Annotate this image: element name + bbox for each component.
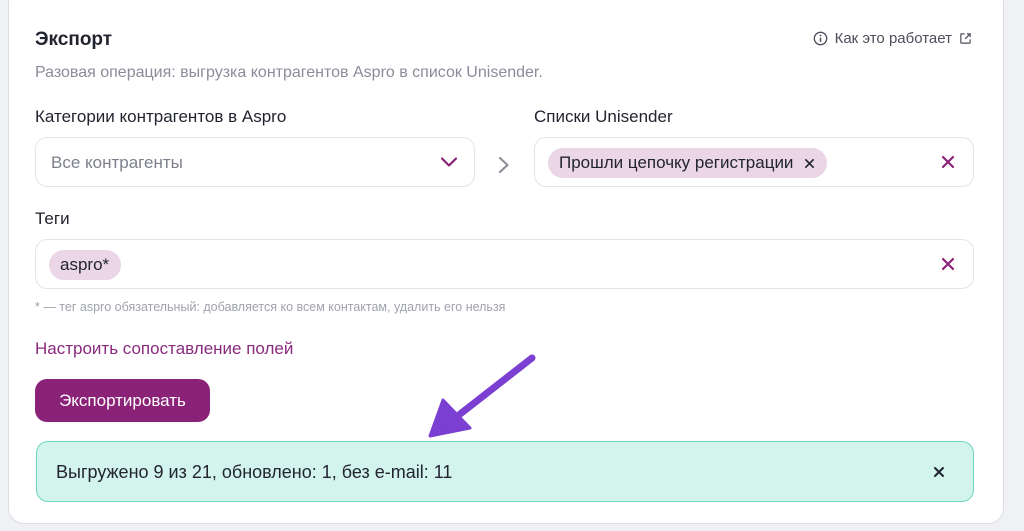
- chevron-right-icon: [498, 156, 509, 174]
- chevron-down-icon: [440, 157, 458, 167]
- result-message: Выгружено 9 из 21, обновлено: 1, без e-m…: [56, 462, 453, 482]
- tag-chip-label: aspro*: [60, 255, 110, 274]
- lists-label: Списки Unisender: [534, 107, 673, 126]
- list-chip: Прошли цепочку регистрации: [548, 148, 828, 178]
- external-link-icon: [960, 33, 971, 44]
- tags-label: Теги: [35, 209, 70, 228]
- tags-hint: * — тег aspro обязательный: добавляется …: [35, 300, 506, 314]
- tag-chip: aspro*: [49, 250, 122, 280]
- close-icon[interactable]: [933, 466, 945, 478]
- close-icon[interactable]: [941, 257, 955, 271]
- close-icon[interactable]: [804, 158, 815, 169]
- result-banner: Выгружено 9 из 21, обновлено: 1, без e-m…: [36, 441, 974, 502]
- lists-multiselect[interactable]: Прошли цепочку регистрации: [534, 137, 974, 187]
- page-title: Экспорт: [35, 29, 113, 50]
- categories-select[interactable]: Все контрагенты: [35, 137, 475, 187]
- how-it-works-label: Как это работает: [834, 30, 952, 47]
- list-chip-label: Прошли цепочку регистрации: [559, 153, 794, 172]
- how-it-works-link[interactable]: Как это работает: [813, 30, 972, 47]
- field-mapping-link[interactable]: Настроить сопоставление полей: [35, 339, 293, 359]
- info-circle-icon: [813, 31, 827, 46]
- export-button[interactable]: Экспортировать: [35, 379, 210, 422]
- tags-multiselect[interactable]: aspro*: [35, 239, 974, 289]
- categories-label: Категории контрагентов в Aspro: [35, 107, 287, 126]
- export-description: Разовая операция: выгрузка контрагентов …: [35, 64, 543, 81]
- categories-selected-value: Все контрагенты: [51, 153, 183, 172]
- export-card: Экспорт Как это работает Разовая операци…: [8, 0, 1004, 524]
- close-icon[interactable]: [941, 155, 955, 169]
